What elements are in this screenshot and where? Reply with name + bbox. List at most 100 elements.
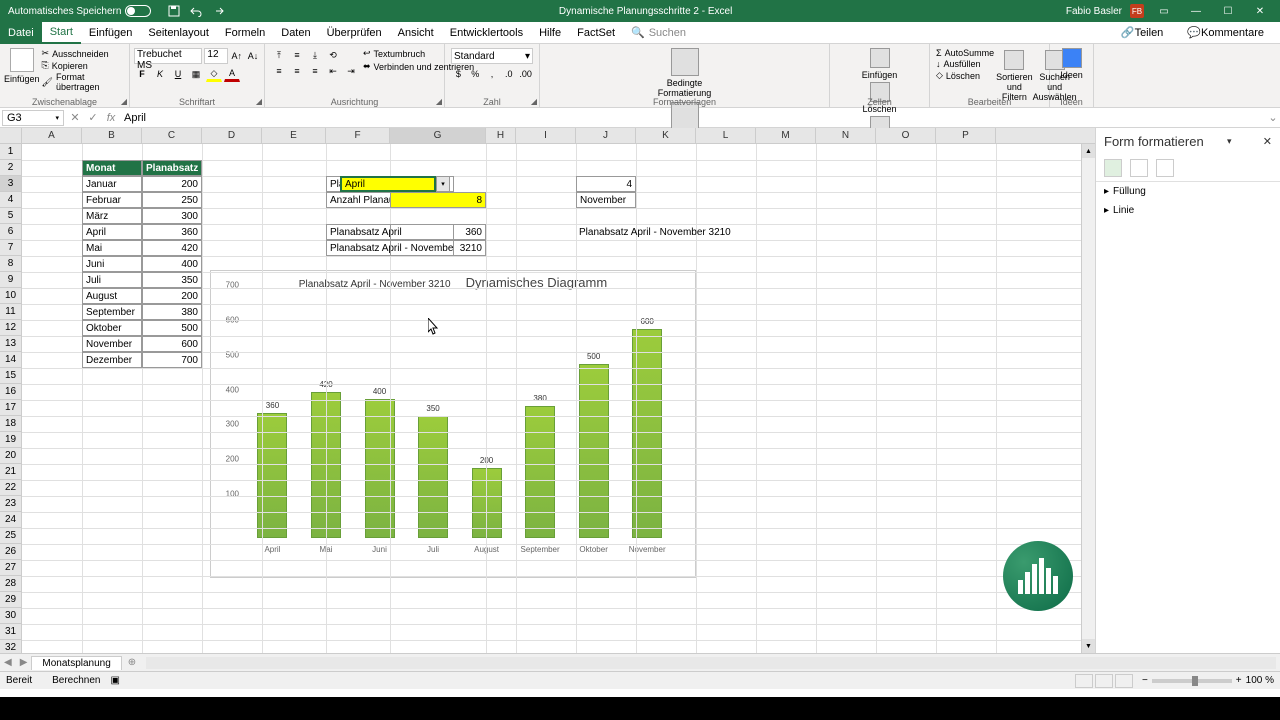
horizontal-scrollbar[interactable] bbox=[146, 657, 1276, 669]
autosum-button[interactable]: Σ AutoSumme bbox=[936, 48, 994, 58]
cell-c3[interactable]: 200 bbox=[142, 176, 202, 192]
user-avatar[interactable]: FB bbox=[1130, 4, 1144, 18]
column-header-B[interactable]: B bbox=[82, 128, 142, 143]
row-header-7[interactable]: 7 bbox=[0, 240, 22, 256]
row-header-3[interactable]: 3 bbox=[0, 176, 22, 192]
cancel-formula-icon[interactable]: ✕ bbox=[66, 110, 84, 126]
cell-c12[interactable]: 500 bbox=[142, 320, 202, 336]
decrease-decimal-icon[interactable]: .00 bbox=[518, 66, 533, 82]
comments-button[interactable]: 💬 Kommentare bbox=[1179, 22, 1272, 44]
paste-button[interactable]: Einfügen bbox=[4, 46, 40, 94]
number-format-select[interactable]: Standard▾ bbox=[451, 48, 533, 64]
cell-c11[interactable]: 380 bbox=[142, 304, 202, 320]
redo-icon[interactable] bbox=[211, 4, 225, 18]
decrease-font-icon[interactable]: A↓ bbox=[246, 48, 260, 64]
cell-b9[interactable]: Juli bbox=[82, 272, 142, 288]
font-color-button[interactable]: A bbox=[224, 66, 240, 82]
row-header-31[interactable]: 31 bbox=[0, 624, 22, 640]
fx-icon[interactable]: fx bbox=[102, 110, 120, 126]
panel-section-line[interactable]: ▸ Linie bbox=[1096, 201, 1280, 220]
row-header-1[interactable]: 1 bbox=[0, 144, 22, 160]
undo-icon[interactable] bbox=[189, 4, 203, 18]
row-header-19[interactable]: 19 bbox=[0, 432, 22, 448]
size-tab-icon[interactable] bbox=[1156, 159, 1174, 177]
cell-b7[interactable]: Mai bbox=[82, 240, 142, 256]
scroll-down-button[interactable]: ▼ bbox=[1082, 639, 1095, 653]
ideas-button[interactable]: Ideen bbox=[1054, 46, 1089, 80]
row-header-12[interactable]: 12 bbox=[0, 320, 22, 336]
align-middle-icon[interactable]: ≡ bbox=[289, 48, 305, 62]
tab-ueberpruefen[interactable]: Überprüfen bbox=[319, 22, 390, 44]
row-header-21[interactable]: 21 bbox=[0, 464, 22, 480]
cell-b2[interactable]: Monat bbox=[82, 160, 142, 176]
tab-formeln[interactable]: Formeln bbox=[217, 22, 273, 44]
effects-tab-icon[interactable] bbox=[1130, 159, 1148, 177]
row-header-27[interactable]: 27 bbox=[0, 560, 22, 576]
column-header-O[interactable]: O bbox=[876, 128, 936, 143]
tab-einfuegen[interactable]: Einfügen bbox=[81, 22, 140, 44]
column-header-C[interactable]: C bbox=[142, 128, 202, 143]
zoom-in-button[interactable]: + bbox=[1236, 675, 1242, 686]
cell-c4[interactable]: 250 bbox=[142, 192, 202, 208]
column-header-M[interactable]: M bbox=[756, 128, 816, 143]
row-header-4[interactable]: 4 bbox=[0, 192, 22, 208]
orientation-icon[interactable]: ⟲ bbox=[325, 48, 341, 62]
tab-nav-prev[interactable]: ◀ bbox=[0, 657, 16, 668]
chart[interactable]: Planabsatz April - November 3210 Dynamis… bbox=[210, 270, 696, 578]
maximize-button[interactable]: ☐ bbox=[1216, 2, 1240, 20]
column-header-I[interactable]: I bbox=[516, 128, 576, 143]
cut-button[interactable]: ✂ Ausschneiden bbox=[42, 48, 123, 59]
align-right-icon[interactable]: ≡ bbox=[307, 64, 323, 78]
share-button[interactable]: 🔗 Teilen bbox=[1113, 22, 1171, 44]
indent-decrease-icon[interactable]: ⇤ bbox=[325, 64, 341, 78]
row-header-26[interactable]: 26 bbox=[0, 544, 22, 560]
cell-b4[interactable]: Februar bbox=[82, 192, 142, 208]
name-box[interactable]: G3▾ bbox=[2, 110, 64, 126]
column-header-D[interactable]: D bbox=[202, 128, 262, 143]
sort-filter-button[interactable]: Sortieren und Filtern bbox=[996, 48, 1033, 102]
panel-close-icon[interactable]: ✕ bbox=[1263, 135, 1272, 148]
alignment-dialog-launcher[interactable]: ◢ bbox=[436, 97, 442, 106]
cell-j4[interactable]: November bbox=[576, 192, 636, 208]
column-header-N[interactable]: N bbox=[816, 128, 876, 143]
fill-color-button[interactable]: ◇ bbox=[206, 66, 222, 82]
column-header-K[interactable]: K bbox=[636, 128, 696, 143]
row-header-5[interactable]: 5 bbox=[0, 208, 22, 224]
cell-c7[interactable]: 420 bbox=[142, 240, 202, 256]
cell-g7[interactable]: 3210 bbox=[390, 240, 486, 256]
cell-c10[interactable]: 200 bbox=[142, 288, 202, 304]
tab-ansicht[interactable]: Ansicht bbox=[390, 22, 442, 44]
panel-section-fill[interactable]: ▸ Füllung bbox=[1096, 182, 1280, 201]
cell-c6[interactable]: 360 bbox=[142, 224, 202, 240]
column-header-E[interactable]: E bbox=[262, 128, 326, 143]
row-header-23[interactable]: 23 bbox=[0, 496, 22, 512]
font-size-select[interactable]: 12 bbox=[204, 48, 227, 64]
comma-icon[interactable]: , bbox=[485, 66, 500, 82]
cell-b6[interactable]: April bbox=[82, 224, 142, 240]
clear-button[interactable]: ◇ Löschen bbox=[936, 70, 994, 81]
row-header-8[interactable]: 8 bbox=[0, 256, 22, 272]
row-header-9[interactable]: 9 bbox=[0, 272, 22, 288]
cell-b10[interactable]: August bbox=[82, 288, 142, 304]
cell-g6[interactable]: 360 bbox=[390, 224, 486, 240]
save-icon[interactable] bbox=[167, 4, 181, 18]
fill-button[interactable]: ↓ Ausfüllen bbox=[936, 59, 994, 69]
row-header-18[interactable]: 18 bbox=[0, 416, 22, 432]
sheet-tab-monatsplanung[interactable]: Monatsplanung bbox=[31, 656, 121, 670]
format-painter-button[interactable]: 🖌 Format übertragen bbox=[42, 72, 123, 92]
search-box[interactable]: 🔍 Suchen bbox=[623, 26, 694, 39]
panel-dropdown-icon[interactable]: ▾ bbox=[1227, 136, 1232, 147]
expand-formula-bar-icon[interactable]: ⌄ bbox=[1266, 111, 1280, 124]
column-header-G[interactable]: G bbox=[390, 128, 486, 143]
row-header-11[interactable]: 11 bbox=[0, 304, 22, 320]
column-header-L[interactable]: L bbox=[696, 128, 756, 143]
tab-nav-next[interactable]: ▶ bbox=[16, 657, 32, 668]
cell-j6[interactable]: Planabsatz April - November 3210 bbox=[576, 224, 776, 240]
accept-formula-icon[interactable]: ✓ bbox=[84, 110, 102, 126]
select-all-corner[interactable] bbox=[0, 128, 22, 143]
column-header-J[interactable]: J bbox=[576, 128, 636, 143]
cell-j3[interactable]: 4 bbox=[576, 176, 636, 192]
row-header-16[interactable]: 16 bbox=[0, 384, 22, 400]
cell-c2[interactable]: Planabsatz bbox=[142, 160, 202, 176]
percent-icon[interactable]: % bbox=[468, 66, 483, 82]
